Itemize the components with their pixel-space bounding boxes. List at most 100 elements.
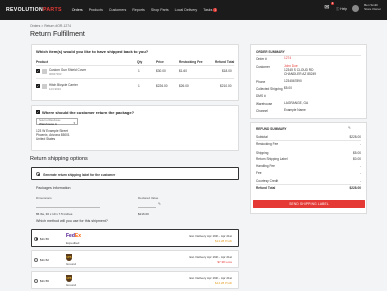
nav-local-delivery[interactable]: Local Delivery [175,8,198,12]
refund-value: $0.00 [353,157,361,161]
rate-price: $11.52 [40,257,49,262]
rate-radio[interactable] [34,236,39,241]
generate-label-option[interactable]: Generate return shipping label for the c… [31,167,239,180]
summary-key: Order # [256,57,267,61]
nav-products[interactable]: Products [89,8,103,12]
package-info-heading: Packages information [36,186,71,190]
rate-price: $11.56 [40,236,49,241]
edit-icon[interactable]: ✎ [158,202,161,206]
brand-logo[interactable]: REVOLUTIONPARTS [6,7,62,13]
notification-count: 2 [331,2,334,5]
main-nav: Orders Products Customers Reports Shop P… [72,8,218,12]
refund-value: - [359,142,361,146]
rate-service: Ground [66,262,77,266]
ups-logo: UPS [66,254,72,261]
shipping-section-title: Return shipping options [30,156,88,162]
collected-shipping-value: $5.00 [284,86,292,90]
rate-service: Expedited [66,240,80,245]
address-line: United States [36,137,56,141]
chevron-down-icon: ▾ [73,120,75,125]
nav-orders[interactable]: Orders [72,8,83,12]
notifications-icon[interactable]: ✉ 2 [323,2,334,12]
rate-est-delivery: Est. Delivery Apr 19th - Apr 21st [189,276,232,280]
dimensions-value: 86 lbs, 30 x 10 x 7.5 inches [36,212,73,216]
refund-key: Restocking Fee [256,142,279,146]
summary-key: Collected Shipping [256,87,283,91]
summary-key: Channel [256,109,268,113]
item-qty-1: 1 [138,69,140,73]
dimensions-input[interactable]: 86 lbs, 30 x 10 x 7.5 inches [36,202,100,216]
rate-radio[interactable] [34,278,39,283]
generate-label-radio[interactable] [36,172,41,177]
item-qty-2: 1 [138,84,140,88]
refund-value: - [359,179,361,183]
warehouse-select[interactable]: Select a Warehouse Warehouse A ▾ [36,118,78,127]
refund-key: Shipping [256,151,269,155]
address-line: CHANDLER AZ 85249 [284,72,317,76]
item-fee-1: $1.60 [179,69,187,73]
tasks-badge: 1 [213,8,218,12]
rate-option-ups-2[interactable]: $11.56 UPS Ground Est. Delivery Apr 19th… [31,271,239,289]
col-product: Product [36,60,49,64]
fedex-logo: FedEx [66,233,82,239]
summary-key: Customer [256,65,270,69]
rate-option-ups-1[interactable]: $11.52 UPS Ground Est. Delivery Apr 19th… [31,250,239,268]
col-restocking-fee: Restocking Fee [179,60,203,64]
avatar[interactable] [352,4,360,12]
summary-key: DMS # [256,94,266,98]
page-title: Return Fulfillment [30,31,85,38]
user-role: Store Owner [364,7,381,11]
channel-value: Example Name [284,108,306,112]
product-thumbnail [42,68,47,74]
item-sku-2: 123-9934 [49,87,61,91]
col-price: Price [156,60,164,64]
warehouse-value: LAGRANGE, GA [284,101,309,105]
breadcrumb[interactable]: Orders > Return #OR-1274 [30,24,71,28]
nav-shop-parts[interactable]: Shop Parts [151,8,169,12]
items-card: Which item(s) would you like to have shi… [31,44,239,101]
item-total-1: $18.00 [222,69,232,73]
refund-key: Courtesy Credit [256,179,279,183]
return-destination-checkbox[interactable]: ✓ [36,110,40,114]
edit-icon[interactable]: ✎ [348,126,351,130]
declared-value: $216.00 [138,212,149,216]
refund-value: - [359,164,361,168]
refund-key: Fee [256,171,262,175]
summary-key: Phone [256,80,266,84]
item-sku-1: 00847363 [49,72,62,76]
rate-radio[interactable] [34,257,39,262]
item-checkbox-1[interactable]: ✓ [36,69,40,73]
nav-customers[interactable]: Customers [109,8,126,12]
nav-reports[interactable]: Reports [132,8,145,12]
order-number-link[interactable]: 1274 [284,56,291,61]
refund-value: $228.00 [349,135,361,139]
refund-key: Return Shipping Label [256,157,288,161]
help-link[interactable]: ⓘ Help [336,6,347,11]
item-fee-2: $26.00 [179,84,189,88]
phone-value: 1234567890 [284,79,302,83]
refund-total-value: $228.00 [349,186,361,190]
generate-label-text: Generate return shipping label for the c… [43,172,116,177]
refund-key: Handling Fee [256,164,275,168]
rate-option-fedex[interactable]: $11.56 FedEx Expedited Est. Delivery Apr… [31,229,239,247]
nav-tasks-label: Tasks [203,8,213,12]
summary-key: Warehouse [256,102,273,106]
rate-est-delivery: Est. Delivery Apr 19th - Apr 21st [189,234,232,238]
return-destination-card: ✓ Where should the customer return the p… [31,105,239,151]
dimensions-label: Dimensions [36,196,52,200]
help-label: Help [340,6,348,11]
rate-profit: $14.28 Profit [214,239,232,243]
ups-logo: UPS [66,275,72,282]
items-question: Which item(s) would you like to have shi… [36,49,149,54]
refund-key: Subtotal [256,135,268,139]
warehouse-select-value: Warehouse A [39,122,57,127]
refund-summary-title: REFUND SUMMARY [256,127,287,131]
declared-value-input[interactable]: $216.00 [138,202,156,216]
user-menu[interactable]: Ben Smith Store Owner [364,4,381,11]
shipping-method-question: Which method will you use for this shipm… [36,219,108,223]
send-shipping-label-button[interactable]: SEND SHIPPING LABEL [253,200,365,208]
nav-tasks[interactable]: Tasks 1 [203,8,218,12]
rate-profit: $14.28 Profit [214,281,232,285]
refund-value: - [359,171,361,175]
item-checkbox-2[interactable]: ✓ [36,84,40,88]
